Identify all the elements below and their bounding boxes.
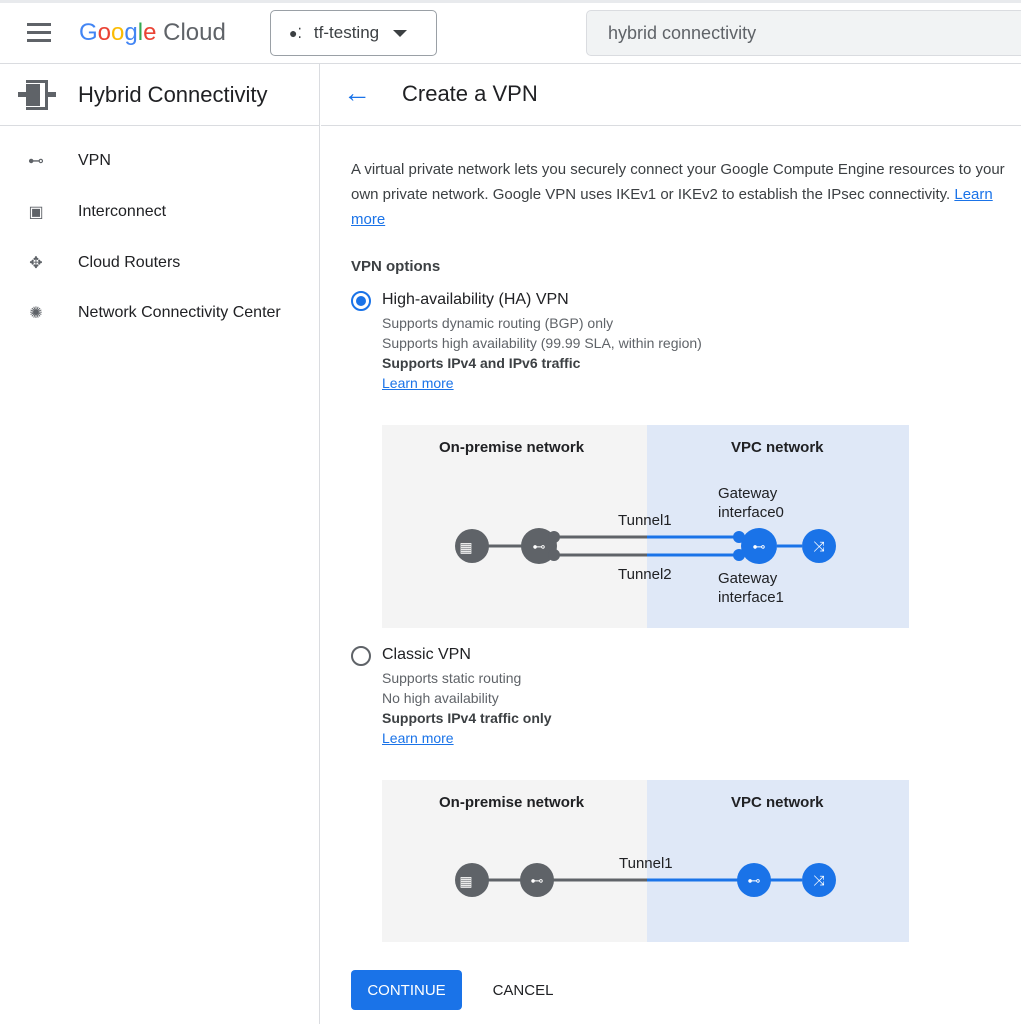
detail-line: Supports IPv4 traffic only (382, 710, 552, 726)
ha-vpn-label: High-availability (HA) VPN (382, 291, 569, 308)
search-input[interactable] (586, 10, 1021, 56)
classic-vpn-details: Supports static routing No high availabi… (382, 668, 552, 748)
menu-icon[interactable] (27, 23, 51, 42)
sidebar-item-label: Network Connectivity Center (78, 304, 281, 321)
continue-button[interactable]: CONTINUE (351, 970, 462, 1010)
project-icon: ●⁚ (289, 24, 302, 41)
hub-icon: ✺ (29, 305, 43, 322)
detail-line: No high availability (382, 690, 499, 706)
top-bar: Google Cloud ●⁚ tf-testing (0, 0, 1021, 64)
sidebar-item-cloud-routers[interactable]: ✥ Cloud Routers (0, 243, 320, 283)
detail-line: Supports dynamic routing (BGP) only (382, 315, 614, 331)
classic-topology: ▦ ⊷ ⊷ ⤨ (455, 863, 836, 897)
detail-line: Supports high availability (99.99 SLA, w… (382, 335, 702, 351)
back-arrow-icon[interactable]: ← (343, 77, 371, 109)
sidebar-item-vpn[interactable]: ⊷ VPN (0, 141, 320, 181)
vpn-icon: ⊷ (28, 153, 44, 170)
classic-vpn-radio[interactable] (351, 646, 371, 666)
hybrid-connectivity-icon (18, 79, 56, 110)
sidebar-item-label: VPN (78, 152, 111, 169)
project-name: tf-testing (313, 23, 380, 42)
svg-text:⊷: ⊷ (533, 539, 546, 554)
page-title: Create a VPN (402, 81, 538, 106)
ha-topology: ▦ ⊷ ⊷ ⤨ (455, 528, 836, 564)
svg-text:⊷: ⊷ (753, 539, 766, 554)
sidebar-item-ncc[interactable]: ✺ Network Connectivity Center (0, 293, 320, 333)
classic-learn-more-link[interactable]: Learn more (382, 728, 552, 748)
ha-vpn-details: Supports dynamic routing (BGP) only Supp… (382, 313, 702, 393)
detail-line: Supports IPv4 and IPv6 traffic (382, 355, 581, 371)
sidebar-item-label: Interconnect (78, 203, 167, 220)
description: A virtual private network lets you secur… (351, 161, 1005, 228)
router-icon: ✥ (29, 255, 43, 272)
ha-vpn-diagram: On-premise network VPC network Tunnel1 T… (382, 425, 909, 628)
classic-vpn-diagram: On-premise network VPC network Tunnel1 ▦… (382, 780, 909, 942)
svg-text:⊷: ⊷ (531, 873, 544, 888)
cancel-button[interactable]: CANCEL (474, 970, 572, 1010)
ha-vpn-radio[interactable] (351, 291, 371, 311)
google-cloud-logo[interactable]: Google Cloud (79, 19, 226, 47)
detail-line: Supports static routing (382, 670, 522, 686)
svg-text:⤨: ⤨ (813, 872, 825, 888)
sidebar-title: Hybrid Connectivity (78, 81, 268, 107)
interconnect-icon: ▣ (28, 204, 44, 221)
sidebar: Hybrid Connectivity ⊷ VPN ▣ Interconnect ✥… (0, 64, 320, 1024)
svg-text:⊷: ⊷ (748, 873, 761, 888)
options-heading: VPN options (351, 258, 441, 275)
svg-text:▦: ▦ (459, 539, 472, 555)
classic-vpn-label: Classic VPN (382, 646, 471, 663)
ha-learn-more-link[interactable]: Learn more (382, 373, 702, 393)
svg-text:▦: ▦ (459, 873, 472, 889)
dropdown-arrow-icon (393, 29, 408, 37)
sidebar-item-interconnect[interactable]: ▣ Interconnect (0, 192, 320, 232)
sidebar-item-label: Cloud Routers (78, 254, 181, 271)
svg-text:⤨: ⤨ (813, 538, 825, 554)
project-selector[interactable]: ●⁚ tf-testing (270, 10, 437, 56)
